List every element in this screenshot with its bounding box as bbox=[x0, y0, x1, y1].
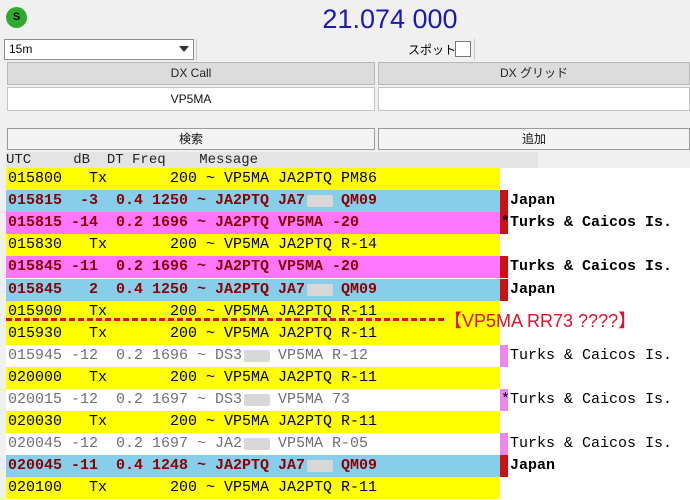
row-message: 015830 Tx 200 ~ VP5MA JA2PTQ R-14 bbox=[8, 236, 378, 254]
row-message-suffix: VP5MA 73 bbox=[278, 391, 351, 408]
band-value: 15m bbox=[9, 42, 33, 56]
table-row[interactable]: 015845 -11 0.2 1696 ~ JA2PTQ VP5MA -20 bbox=[6, 256, 500, 279]
frequency-display: 21.074 000 bbox=[322, 4, 458, 34]
row-message-suffix: QM09 bbox=[341, 457, 378, 475]
row-country: Turks & Caicos Is. bbox=[510, 346, 673, 364]
row-marker bbox=[500, 455, 508, 478]
row-message: 015815 -14 0.2 1696 ~ JA2PTQ VP5MA -20 bbox=[8, 214, 360, 232]
table-row[interactable]: 015830 Tx 200 ~ VP5MA JA2PTQ R-14 bbox=[6, 234, 500, 257]
row-marker bbox=[500, 344, 508, 367]
table-row[interactable]: 020045 -11 0.4 1248 ~ JA2PTQ JA7 QM09 bbox=[6, 455, 500, 478]
redacted-callsign bbox=[307, 283, 333, 296]
row-message: 020100 Tx 200 ~ VP5MA JA2PTQ R-11 bbox=[8, 479, 378, 497]
dx-grid-header: DX グリッド bbox=[378, 62, 690, 85]
row-marker bbox=[500, 190, 508, 213]
dx-grid-field[interactable] bbox=[378, 87, 690, 111]
table-row[interactable]: 015800 Tx 200 ~ VP5MA JA2PTQ PM86 bbox=[6, 168, 500, 190]
row-message: 020030 Tx 200 ~ VP5MA JA2PTQ R-11 bbox=[8, 413, 378, 431]
row-marker bbox=[500, 278, 508, 301]
row-country: Turks & Caicos Is. bbox=[510, 258, 673, 276]
search-button[interactable]: 検索 bbox=[7, 128, 375, 150]
row-marker bbox=[500, 433, 508, 456]
row-message: 015945 -12 0.2 1696 ~ DS3 bbox=[8, 346, 243, 364]
row-message: 020045 -12 0.2 1697 ~ JA2 bbox=[8, 435, 243, 453]
row-message: 020015 -12 0.2 1697 ~ DS3 bbox=[8, 391, 243, 408]
status-icon: S bbox=[6, 7, 27, 28]
table-row[interactable]: 015945 -12 0.2 1696 ~ DS3 VP5MA R-12 bbox=[6, 344, 500, 367]
row-message: 015930 Tx 200 ~ VP5MA JA2PTQ R-11 bbox=[8, 324, 378, 342]
annotation-text: 【VP5MA RR73 ????】 bbox=[444, 311, 637, 331]
redacted-callsign bbox=[307, 460, 333, 473]
row-message-suffix: VP5MA R-12 bbox=[278, 346, 369, 364]
table-row[interactable]: 015815 -14 0.2 1696 ~ JA2PTQ VP5MA -20 bbox=[6, 212, 500, 235]
redacted-callsign bbox=[244, 438, 270, 451]
row-message: 015845 -11 0.2 1696 ~ JA2PTQ VP5MA -20 bbox=[8, 258, 360, 276]
add-button[interactable]: 追加 bbox=[378, 128, 690, 150]
row-message: 020045 -11 0.4 1248 ~ JA2PTQ JA7 bbox=[8, 457, 306, 475]
row-message: 015845 2 0.4 1250 ~ JA2PTQ JA7 bbox=[8, 280, 306, 298]
row-country: Turks & Caicos Is. bbox=[510, 435, 673, 453]
table-row[interactable]: 015930 Tx 200 ~ VP5MA JA2PTQ R-11 bbox=[6, 322, 500, 345]
redacted-callsign bbox=[244, 349, 270, 362]
row-country: Japan bbox=[510, 192, 556, 210]
redacted-callsign bbox=[244, 394, 270, 406]
row-country: *Turks & Caicos Is. bbox=[501, 391, 673, 408]
row-message: 015800 Tx 200 ~ VP5MA JA2PTQ PM86 bbox=[8, 170, 378, 187]
row-country: Japan bbox=[510, 280, 556, 298]
table-row[interactable]: 015845 2 0.4 1250 ~ JA2PTQ JA7 QM09 bbox=[6, 278, 500, 301]
row-country: Japan bbox=[510, 457, 556, 475]
table-row[interactable]: 020000 Tx 200 ~ VP5MA JA2PTQ R-11 bbox=[6, 366, 500, 389]
divider bbox=[196, 39, 197, 60]
table-row[interactable]: 020015 -12 0.2 1697 ~ DS3 VP5MA 73 bbox=[6, 389, 500, 411]
row-message: 020000 Tx 200 ~ VP5MA JA2PTQ R-11 bbox=[8, 368, 378, 386]
annotation-dashed-line bbox=[6, 318, 444, 321]
redacted-callsign bbox=[307, 195, 333, 208]
table-row[interactable]: 015815 -3 0.4 1250 ~ JA2PTQ JA7 QM09 bbox=[6, 190, 500, 213]
row-message-suffix: QM09 bbox=[341, 192, 378, 210]
row-message-suffix: QM09 bbox=[341, 280, 378, 298]
row-country: *Turks & Caicos Is. bbox=[501, 214, 673, 232]
table-header: UTC dB DT Freq Message bbox=[6, 152, 538, 168]
dx-call-field[interactable]: VP5MA bbox=[7, 87, 375, 111]
band-select[interactable]: 15m bbox=[4, 39, 194, 60]
table-row[interactable]: 020100 Tx 200 ~ VP5MA JA2PTQ R-11 bbox=[6, 477, 500, 500]
table-row[interactable]: 020045 -12 0.2 1697 ~ JA2 VP5MA R-05 bbox=[6, 433, 500, 456]
row-marker bbox=[500, 256, 508, 279]
dx-call-header: DX Call bbox=[7, 62, 375, 85]
table-row[interactable]: 020030 Tx 200 ~ VP5MA JA2PTQ R-11 bbox=[6, 411, 500, 434]
chevron-down-icon bbox=[179, 46, 189, 52]
row-message-suffix: VP5MA R-05 bbox=[278, 435, 369, 453]
spot-label: スポット bbox=[408, 43, 457, 57]
top-bar: 21.074 000 S bbox=[0, 0, 690, 38]
divider bbox=[474, 39, 475, 60]
row-message: 015815 -3 0.4 1250 ~ JA2PTQ JA7 bbox=[8, 192, 306, 210]
spot-checkbox[interactable] bbox=[455, 41, 471, 57]
